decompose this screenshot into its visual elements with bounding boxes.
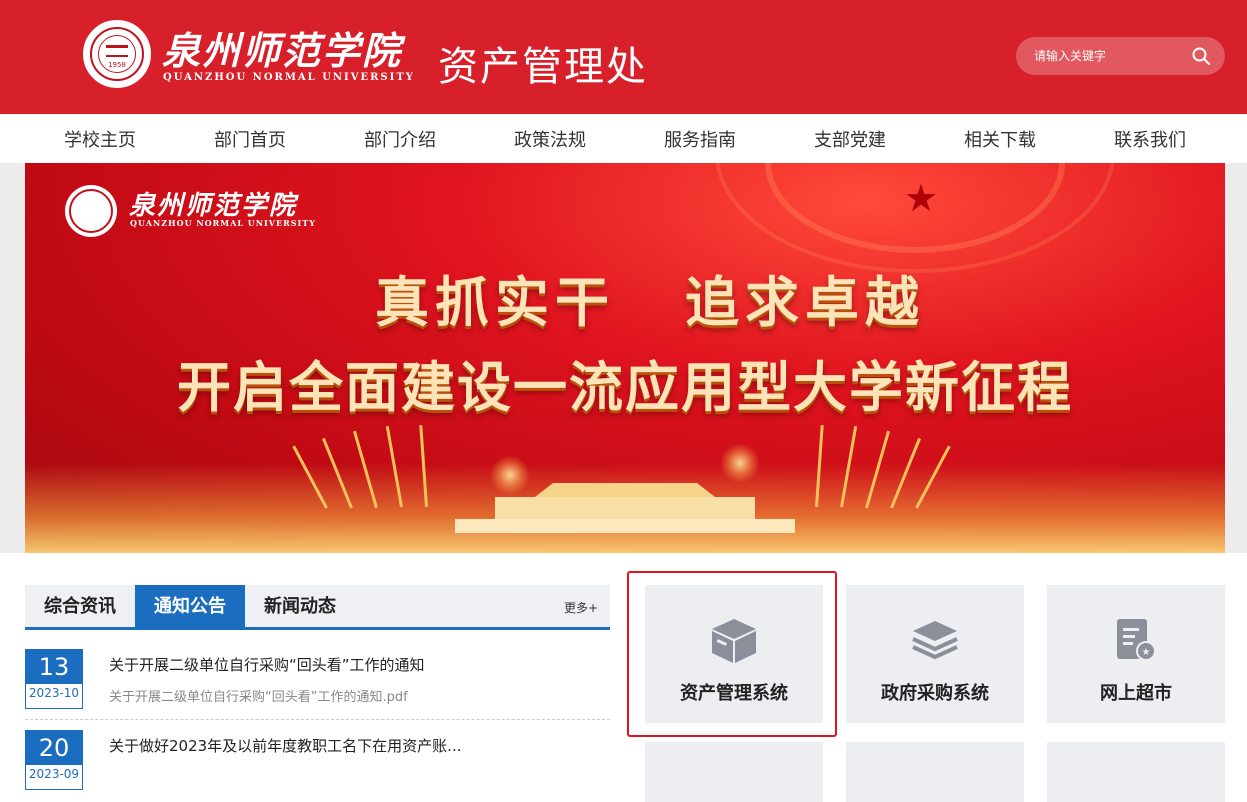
- news-title-link[interactable]: 关于开展二级单位自行采购“回头看”工作的通知: [109, 654, 425, 675]
- nav-item-dept-intro[interactable]: 部门介绍: [325, 114, 475, 163]
- tile-label: 资产管理系统: [680, 683, 788, 704]
- star-icon: ★: [903, 176, 939, 220]
- nav-item-policies[interactable]: 政策法规: [475, 114, 625, 163]
- search-icon[interactable]: [1191, 46, 1211, 66]
- news-tabs: 综合资讯 通知公告 新闻动态 更多+: [25, 585, 610, 630]
- banner-seal-icon: [65, 185, 117, 237]
- gov-procurement-system-tile[interactable]: 政府采购系统: [846, 585, 1024, 723]
- nav-item-dept-home[interactable]: 部门首页: [175, 114, 325, 163]
- nav-item-downloads[interactable]: 相关下载: [925, 114, 1075, 163]
- date-badge: 20 2023-09: [25, 730, 83, 790]
- svg-text:★: ★: [1142, 647, 1151, 658]
- tile-label: 政府采购系统: [881, 683, 989, 704]
- tab-news-updates[interactable]: 新闻动态: [245, 585, 355, 627]
- date-badge: 13 2023-10: [25, 649, 83, 709]
- slogan-part-a: 真抓实干: [375, 271, 615, 334]
- date-year-month: 2023-09: [28, 767, 80, 781]
- university-name-cn[interactable]: 泉州师范学院: [162, 20, 402, 75]
- banner-area: ★ 泉州师范学院 QUANZHOU NORMAL UNIVERSITY 真抓实干…: [0, 163, 1247, 553]
- tab-general-news[interactable]: 综合资讯: [25, 585, 135, 627]
- tile-row2-1[interactable]: [645, 742, 823, 802]
- slogan-part-b: 追求卓越: [685, 271, 925, 334]
- university-seal-icon[interactable]: 1958: [83, 20, 151, 88]
- document-seal-icon: ★: [1117, 619, 1156, 661]
- tile-row2-2[interactable]: [846, 742, 1024, 802]
- news-attachment-link[interactable]: 关于开展二级单位自行采购“回头看”工作的通知.pdf: [109, 686, 408, 705]
- department-title: 资产管理处: [438, 44, 648, 90]
- seal-year: 1958: [108, 61, 126, 69]
- layers-icon: [912, 621, 958, 660]
- nav-item-home[interactable]: 学校主页: [25, 114, 175, 163]
- banner-logo-en: QUANZHOU NORMAL UNIVERSITY: [130, 218, 316, 228]
- nav-item-party-branch[interactable]: 支部党建: [775, 114, 925, 163]
- news-title-link[interactable]: 关于做好2023年及以前年度教职工名下在用资产账...: [109, 735, 461, 756]
- university-name-en: QUANZHOU NORMAL UNIVERSITY: [163, 72, 415, 83]
- date-day: 20: [26, 731, 82, 765]
- main-nav: 学校主页 部门首页 部门介绍 政策法规 服务指南 支部党建 相关下载 联系我们: [0, 114, 1247, 163]
- box-icon: [712, 619, 756, 663]
- nav-item-contact[interactable]: 联系我们: [1075, 114, 1225, 163]
- search-input[interactable]: [1034, 46, 1184, 66]
- banner-slogan-line2: 开启全面建设一流应用型大学新征程: [177, 356, 1073, 419]
- hero-banner[interactable]: ★ 泉州师范学院 QUANZHOU NORMAL UNIVERSITY 真抓实干…: [25, 163, 1225, 553]
- list-item: 20 2023-09 关于做好2023年及以前年度教职工名下在用资产账...: [25, 721, 610, 801]
- more-link[interactable]: 更多+: [564, 599, 598, 616]
- date-day: 13: [26, 650, 82, 684]
- online-supermarket-tile[interactable]: ★ 网上超市: [1047, 585, 1225, 723]
- date-year-month: 2023-10: [28, 686, 80, 700]
- tiananmen-gate-icon: [455, 483, 795, 533]
- tile-row2-3[interactable]: [1047, 742, 1225, 802]
- tile-label: 网上超市: [1100, 683, 1172, 704]
- banner-slogan-line1: 真抓实干 追求卓越: [25, 258, 1225, 337]
- search-box: [1016, 37, 1225, 75]
- site-header: 1958 泉州师范学院 QUANZHOU NORMAL UNIVERSITY 资…: [0, 0, 1247, 114]
- list-item: 13 2023-10 关于开展二级单位自行采购“回头看”工作的通知 关于开展二级…: [25, 640, 610, 720]
- nav-item-service-guide[interactable]: 服务指南: [625, 114, 775, 163]
- asset-management-system-tile[interactable]: 资产管理系统: [645, 585, 823, 723]
- banner-logo-cn: 泉州师范学院: [129, 191, 298, 221]
- tab-notices[interactable]: 通知公告: [135, 585, 245, 627]
- firework-icon: [720, 443, 760, 483]
